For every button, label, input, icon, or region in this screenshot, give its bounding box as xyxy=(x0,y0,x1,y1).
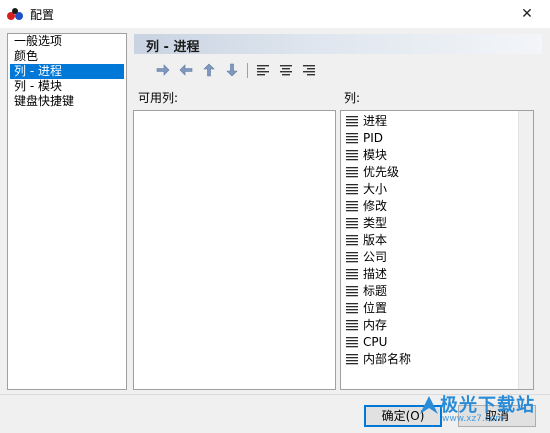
list-item-label: PID xyxy=(363,131,384,145)
list-item[interactable]: 修改 xyxy=(346,198,387,215)
column-list-icon xyxy=(346,252,358,263)
list-item[interactable]: PID xyxy=(346,130,383,147)
settings-category-list: 一般选项 颜色 列 - 进程 列 - 模块 键盘快捷键 xyxy=(7,33,127,390)
column-list-icon xyxy=(346,167,358,178)
list-item[interactable]: 标题 xyxy=(346,283,387,300)
close-icon[interactable]: ✕ xyxy=(512,2,542,26)
list-item[interactable]: 公司 xyxy=(346,249,387,266)
available-columns-label: 可用列: xyxy=(138,91,179,105)
arrow-right-icon[interactable] xyxy=(155,62,171,78)
column-list-icon xyxy=(346,116,358,127)
list-item[interactable]: 内存 xyxy=(346,317,387,334)
list-item-label: CPU xyxy=(363,335,388,349)
list-item-label: 修改 xyxy=(363,199,388,213)
list-item-label: 公司 xyxy=(363,250,388,264)
list-item-label: 内存 xyxy=(363,318,388,332)
columns-label: 列: xyxy=(344,91,361,105)
align-right-icon[interactable] xyxy=(301,62,317,78)
list-item-label: 模块 xyxy=(363,148,388,162)
column-list-icon xyxy=(346,218,358,229)
watermark-url: www.xz7.com xyxy=(442,414,504,424)
column-list-icon xyxy=(346,150,358,161)
scrollbar[interactable] xyxy=(518,111,533,389)
arrow-down-icon[interactable] xyxy=(224,62,240,78)
sidebar-item-module-columns[interactable]: 列 - 模块 xyxy=(10,79,124,94)
list-item-label: 类型 xyxy=(363,216,388,230)
column-list-icon xyxy=(346,201,358,212)
available-columns-list[interactable] xyxy=(133,110,336,390)
list-item[interactable]: 描述 xyxy=(346,266,387,283)
list-item-label: 优先级 xyxy=(363,165,400,179)
align-center-icon[interactable] xyxy=(278,62,294,78)
column-list-icon xyxy=(346,235,358,246)
list-item[interactable]: 进程 xyxy=(346,113,387,130)
panel-header: 列 - 进程 xyxy=(134,34,542,55)
list-item-label: 位置 xyxy=(363,301,388,315)
column-list-icon xyxy=(346,184,358,195)
list-item-label: 进程 xyxy=(363,114,388,128)
sidebar-item-colors[interactable]: 颜色 xyxy=(10,49,124,64)
column-list-icon xyxy=(346,286,358,297)
watermark-logo: 极光下载站 www.xz7.com xyxy=(414,388,550,433)
column-list-icon xyxy=(346,133,358,144)
list-item[interactable]: 版本 xyxy=(346,232,387,249)
sidebar-item-general[interactable]: 一般选项 xyxy=(10,34,124,49)
sidebar-item-keyboard-shortcuts[interactable]: 键盘快捷键 xyxy=(10,94,124,109)
column-list-icon xyxy=(346,320,358,331)
list-item-label: 大小 xyxy=(363,182,388,196)
list-item-label: 版本 xyxy=(363,233,388,247)
list-item[interactable]: 优先级 xyxy=(346,164,399,181)
list-item-label: 标题 xyxy=(363,284,388,298)
arrow-left-icon[interactable] xyxy=(178,62,194,78)
list-item-label: 内部名称 xyxy=(363,352,412,366)
list-item[interactable]: CPU xyxy=(346,334,387,351)
column-list-icon xyxy=(346,269,358,280)
list-item[interactable]: 模块 xyxy=(346,147,387,164)
list-item[interactable]: 大小 xyxy=(346,181,387,198)
title-bar: 配置 ✕ xyxy=(0,0,550,28)
columns-list[interactable]: 进程 PID 模块优先级大小修改类型版本公司描述标题位置内存 CPU 内部名称 xyxy=(340,110,534,390)
list-item[interactable]: 内部名称 xyxy=(346,351,411,368)
toolbar-divider xyxy=(247,63,248,78)
panel-title: 列 - 进程 xyxy=(146,40,200,55)
list-item-label: 描述 xyxy=(363,267,388,281)
column-list-icon xyxy=(346,303,358,314)
app-icon xyxy=(7,8,23,20)
window-title: 配置 xyxy=(30,8,55,22)
list-item[interactable]: 位置 xyxy=(346,300,387,317)
align-left-icon[interactable] xyxy=(255,62,271,78)
watermark-icon xyxy=(420,396,438,414)
list-item[interactable]: 类型 xyxy=(346,215,387,232)
column-list-icon xyxy=(346,354,358,365)
column-list-icon xyxy=(346,337,358,348)
sidebar-item-process-columns[interactable]: 列 - 进程 xyxy=(10,64,124,79)
arrow-up-icon[interactable] xyxy=(201,62,217,78)
